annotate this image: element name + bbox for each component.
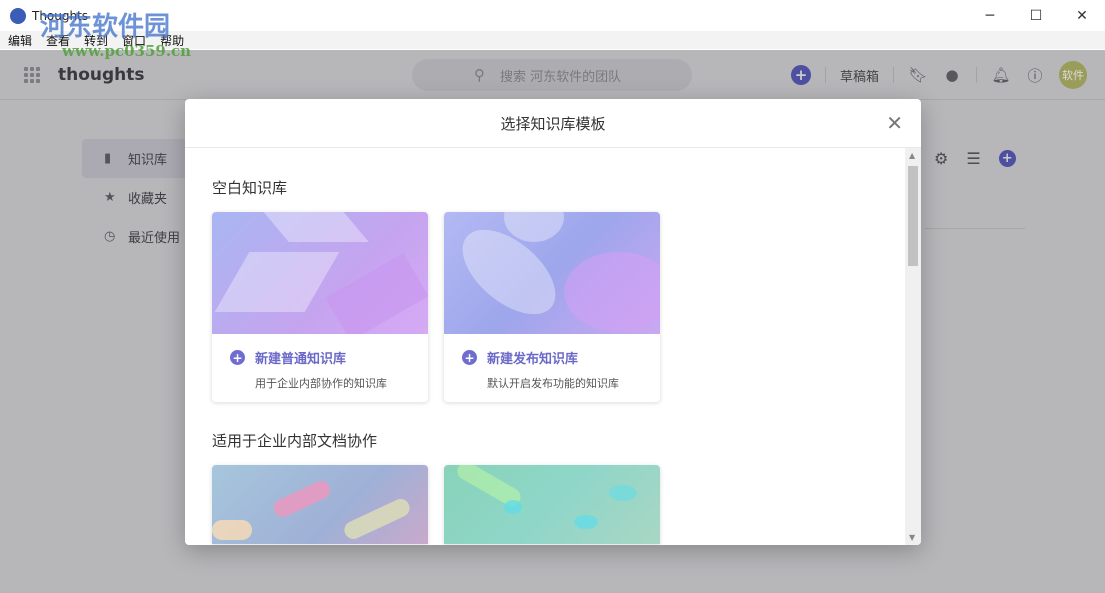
section-title: 适用于企业内部文档协作 <box>212 431 905 451</box>
search-placeholder: 搜索 河东软件的团队 <box>500 66 621 85</box>
divider <box>825 67 826 83</box>
sidebar-item-knowledge[interactable]: ▮ 知识库 <box>82 139 192 178</box>
sidebar-item-label: 收藏夹 <box>128 188 167 207</box>
help-icon[interactable]: ⓘ <box>1025 65 1045 86</box>
search-input[interactable]: ⚲ 搜索 河东软件的团队 <box>412 59 692 91</box>
close-window-button[interactable]: ✕ <box>1059 0 1105 31</box>
card-title: 新建发布知识库 <box>487 348 578 367</box>
watermark-url: www.pc0359.cn <box>62 42 191 60</box>
card-banner <box>212 465 428 544</box>
app-icon <box>10 8 26 24</box>
avatar[interactable]: 软件 <box>1059 61 1087 89</box>
card-description: 默认开启发布功能的知识库 <box>487 375 642 391</box>
maximize-button[interactable]: ☐ <box>1013 0 1059 31</box>
plus-icon: + <box>230 350 245 365</box>
book-icon: ▮ <box>104 151 118 166</box>
sidebar: ▮ 知识库 ★ 收藏夹 ◷ 最近使用 <box>82 139 192 256</box>
bookmark-icon[interactable]: 🔖︎ <box>908 66 928 84</box>
scrollbar-thumb[interactable] <box>908 166 918 266</box>
scroll-down-arrow[interactable]: ▼ <box>909 533 915 542</box>
sidebar-item-favorites[interactable]: ★ 收藏夹 <box>82 178 192 217</box>
template-card-publish[interactable]: + 新建发布知识库 默认开启发布功能的知识库 <box>444 212 660 402</box>
card-banner <box>212 212 428 334</box>
section-title: 空白知识库 <box>212 178 905 198</box>
bell-icon[interactable]: 🔔︎ <box>991 66 1011 84</box>
gear-icon[interactable]: ⚙ <box>934 149 948 168</box>
card-description: 用于企业内部协作的知识库 <box>255 375 410 391</box>
plus-icon: + <box>462 350 477 365</box>
add-knowledge-button[interactable]: + <box>999 150 1016 167</box>
sidebar-item-recent[interactable]: ◷ 最近使用 <box>82 217 192 256</box>
sidebar-item-label: 最近使用 <box>128 227 180 246</box>
card-banner <box>444 465 660 544</box>
template-dialog: 选择知识库模板 ✕ 空白知识库 + 新建普通知识库 用于企业内部协作的知识库 <box>185 99 921 545</box>
add-button[interactable]: + <box>791 65 811 85</box>
minimize-button[interactable]: ─ <box>967 0 1013 31</box>
scrollbar[interactable]: ▲ ▼ <box>905 148 921 545</box>
divider <box>925 228 1025 229</box>
card-title: 新建普通知识库 <box>255 348 346 367</box>
sort-icon[interactable]: ☰ <box>966 149 980 168</box>
sidebar-item-label: 知识库 <box>128 149 167 168</box>
search-icon: ⚲ <box>474 66 485 84</box>
drafts-button[interactable]: 草稿箱 <box>840 66 879 85</box>
template-card-normal[interactable]: + 新建普通知识库 用于企业内部协作的知识库 <box>212 212 428 402</box>
divider <box>893 67 894 83</box>
dialog-title: 选择知识库模板 <box>500 113 605 134</box>
card-banner <box>444 212 660 334</box>
menu-edit[interactable]: 编辑 <box>8 32 32 49</box>
clock-icon[interactable]: ● <box>942 66 962 84</box>
watermark-logo: 河东软件园 <box>40 6 170 43</box>
template-card[interactable] <box>444 465 660 544</box>
apps-grid-icon[interactable] <box>24 67 40 83</box>
scroll-up-arrow[interactable]: ▲ <box>909 151 915 160</box>
bookmark-icon: ★ <box>104 190 118 205</box>
close-icon[interactable]: ✕ <box>886 111 903 135</box>
brand-name: thoughts <box>58 65 145 85</box>
template-card[interactable] <box>212 465 428 544</box>
divider <box>976 67 977 83</box>
clock-icon: ◷ <box>104 229 118 244</box>
